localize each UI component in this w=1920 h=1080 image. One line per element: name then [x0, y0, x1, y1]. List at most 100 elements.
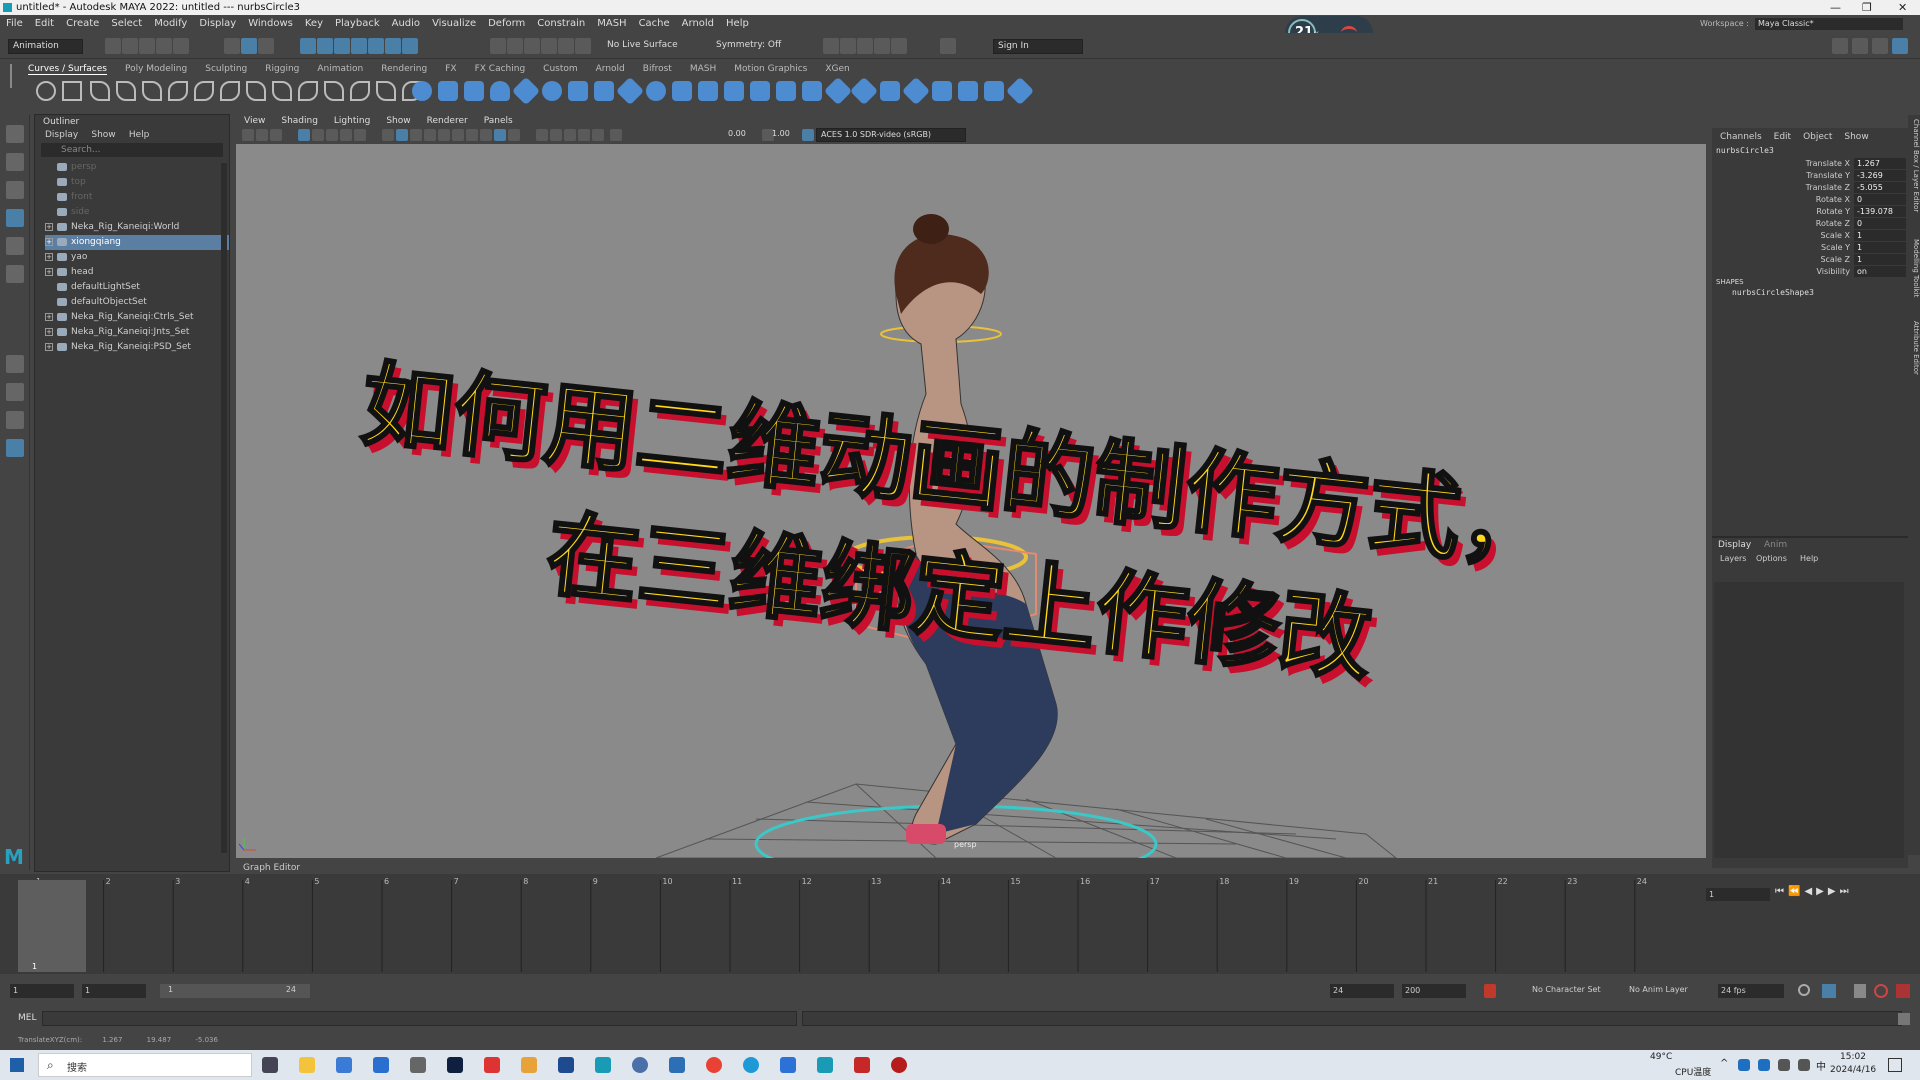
- layer-menu-options[interactable]: Options: [1756, 554, 1787, 563]
- hypershade-icon[interactable]: [575, 38, 591, 54]
- channel-value[interactable]: 1.267: [1854, 158, 1906, 169]
- step-forward-icon[interactable]: ▶: [1828, 886, 1840, 897]
- channel-row[interactable]: Rotate Z 0: [1712, 218, 1908, 230]
- exposure-value[interactable]: 0.00: [728, 129, 746, 138]
- channel-row[interactable]: Scale Z 1: [1712, 254, 1908, 266]
- channel-value[interactable]: -3.269: [1854, 170, 1906, 181]
- expand-icon[interactable]: +: [45, 237, 53, 246]
- windows-start-icon[interactable]: [10, 1058, 24, 1072]
- maya-active-icon[interactable]: [817, 1057, 833, 1073]
- render-frame-icon[interactable]: [524, 38, 540, 54]
- attach-curves-icon[interactable]: [220, 81, 240, 101]
- channelbox-menu-show[interactable]: Show: [1844, 132, 1868, 142]
- viewport-menu-show[interactable]: Show: [386, 116, 410, 126]
- channel-row[interactable]: Translate Y -3.269: [1712, 170, 1908, 182]
- workspace-select[interactable]: Maya Classic*: [1755, 18, 1903, 30]
- channel-row[interactable]: Translate X 1.267: [1712, 158, 1908, 170]
- add-points-icon[interactable]: [376, 81, 396, 101]
- paint-select-icon[interactable]: [6, 181, 24, 199]
- use-lights-icon[interactable]: [438, 129, 450, 141]
- wps-icon[interactable]: [854, 1057, 870, 1073]
- channel-row[interactable]: Rotate Y -139.078: [1712, 206, 1908, 218]
- store-icon[interactable]: [336, 1057, 352, 1073]
- rotate-tool-icon[interactable]: [6, 237, 24, 255]
- anim-end-field[interactable]: 200: [1402, 984, 1466, 998]
- trim-tool-icon[interactable]: [823, 76, 853, 106]
- shelf-tab-mash[interactable]: MASH: [690, 64, 716, 74]
- channel-value[interactable]: -139.078: [1854, 206, 1906, 217]
- viewport-menu-view[interactable]: View: [244, 116, 265, 126]
- outliner-search-input[interactable]: Search...: [41, 143, 223, 157]
- isolate-icon[interactable]: [857, 38, 873, 54]
- graph-editor-label[interactable]: Graph Editor: [243, 863, 300, 873]
- outliner-item[interactable]: + Neka_Rig_Kaneiqi:Ctrls_Set: [45, 310, 229, 325]
- grid-toggle-icon[interactable]: [298, 129, 310, 141]
- camera-attributes-icon[interactable]: [256, 129, 268, 141]
- shelf-tab-custom[interactable]: Custom: [543, 64, 577, 74]
- channel-row[interactable]: Scale Y 1: [1712, 242, 1908, 254]
- sound-icon[interactable]: [1854, 984, 1866, 998]
- snap-curve-icon[interactable]: [317, 38, 333, 54]
- snap-grid-icon[interactable]: [300, 38, 316, 54]
- menu-playback[interactable]: Playback: [335, 18, 380, 29]
- layer-menu-layers[interactable]: Layers: [1720, 554, 1746, 563]
- record-icon[interactable]: [891, 1057, 907, 1073]
- menu-key[interactable]: Key: [305, 18, 323, 29]
- channelbox-menu-edit[interactable]: Edit: [1774, 132, 1791, 142]
- menu-modify[interactable]: Modify: [154, 18, 187, 29]
- ep-curve-icon[interactable]: [90, 81, 110, 101]
- viewport-menu-panels[interactable]: Panels: [484, 116, 513, 126]
- square-surface-icon[interactable]: [750, 81, 770, 101]
- untrim-icon[interactable]: [849, 76, 879, 106]
- render-view-icon[interactable]: [507, 38, 523, 54]
- script-editor-icon[interactable]: [1898, 1013, 1910, 1025]
- outliner-item[interactable]: +defaultLightSet: [45, 280, 229, 295]
- chrome-icon[interactable]: [706, 1057, 722, 1073]
- gamma-value[interactable]: 1.00: [772, 129, 790, 138]
- auto-key-icon[interactable]: [1484, 984, 1496, 998]
- pause-icon[interactable]: [940, 38, 956, 54]
- fps-select[interactable]: 24 fps: [1718, 984, 1784, 998]
- wireframe-icon[interactable]: [382, 129, 394, 141]
- menu-constrain[interactable]: Constrain: [537, 18, 585, 29]
- side-tab-modelling-toolkit[interactable]: Modelling Toolkit: [1908, 239, 1920, 297]
- outliner-item[interactable]: +persp: [45, 160, 229, 175]
- attach-surfaces-icon[interactable]: [880, 81, 900, 101]
- menu-edit[interactable]: Edit: [35, 18, 54, 29]
- play-icon[interactable]: ▶: [1816, 886, 1828, 897]
- resolution-gate-icon[interactable]: [326, 129, 338, 141]
- go-to-start-icon[interactable]: ⏮: [1775, 886, 1788, 897]
- app-globe-icon[interactable]: [632, 1057, 648, 1073]
- new-scene-icon[interactable]: [105, 38, 121, 54]
- birail-icon[interactable]: [672, 81, 692, 101]
- attribute-editor-icon[interactable]: [1852, 38, 1868, 54]
- select-hierarchy-icon[interactable]: [224, 38, 240, 54]
- open-scene-icon[interactable]: [122, 38, 138, 54]
- outliner-item[interactable]: + Neka_Rig_Kaneiqi:World: [45, 220, 229, 235]
- shelf-tab-animation[interactable]: Animation: [317, 64, 363, 74]
- outliner-layout-icon[interactable]: [6, 439, 24, 457]
- channel-value[interactable]: -5.055: [1854, 182, 1906, 193]
- app-red-icon[interactable]: [484, 1057, 500, 1073]
- project-curve-icon[interactable]: [776, 81, 796, 101]
- app-vscode-icon[interactable]: [780, 1057, 796, 1073]
- outliner-item[interactable]: + head: [45, 265, 229, 280]
- move-tool-icon[interactable]: [6, 209, 24, 227]
- menu-create[interactable]: Create: [66, 18, 99, 29]
- maximize-button[interactable]: ❐: [1862, 0, 1872, 15]
- revolve-icon[interactable]: [568, 81, 588, 101]
- depth-of-field-icon[interactable]: [508, 129, 520, 141]
- range-slider-start[interactable]: 1: [168, 985, 173, 994]
- anim-start-field[interactable]: 1: [10, 984, 74, 998]
- backface-culling-icon[interactable]: [578, 129, 590, 141]
- save-scene-icon[interactable]: [139, 38, 155, 54]
- shelf-tab-fx-caching[interactable]: FX Caching: [475, 64, 526, 74]
- step-back-key-icon[interactable]: ⏪: [1788, 886, 1804, 897]
- side-tab-attribute-editor[interactable]: Attribute Editor: [1908, 321, 1920, 375]
- keys-icon[interactable]: [1822, 984, 1836, 998]
- app-blue-icon[interactable]: [669, 1057, 685, 1073]
- three-point-arc-icon[interactable]: [194, 81, 214, 101]
- ipr-render-icon[interactable]: [541, 38, 557, 54]
- anim-layer-select[interactable]: No Anim Layer: [1629, 985, 1688, 994]
- channelbox-menu-channels[interactable]: Channels: [1720, 132, 1762, 142]
